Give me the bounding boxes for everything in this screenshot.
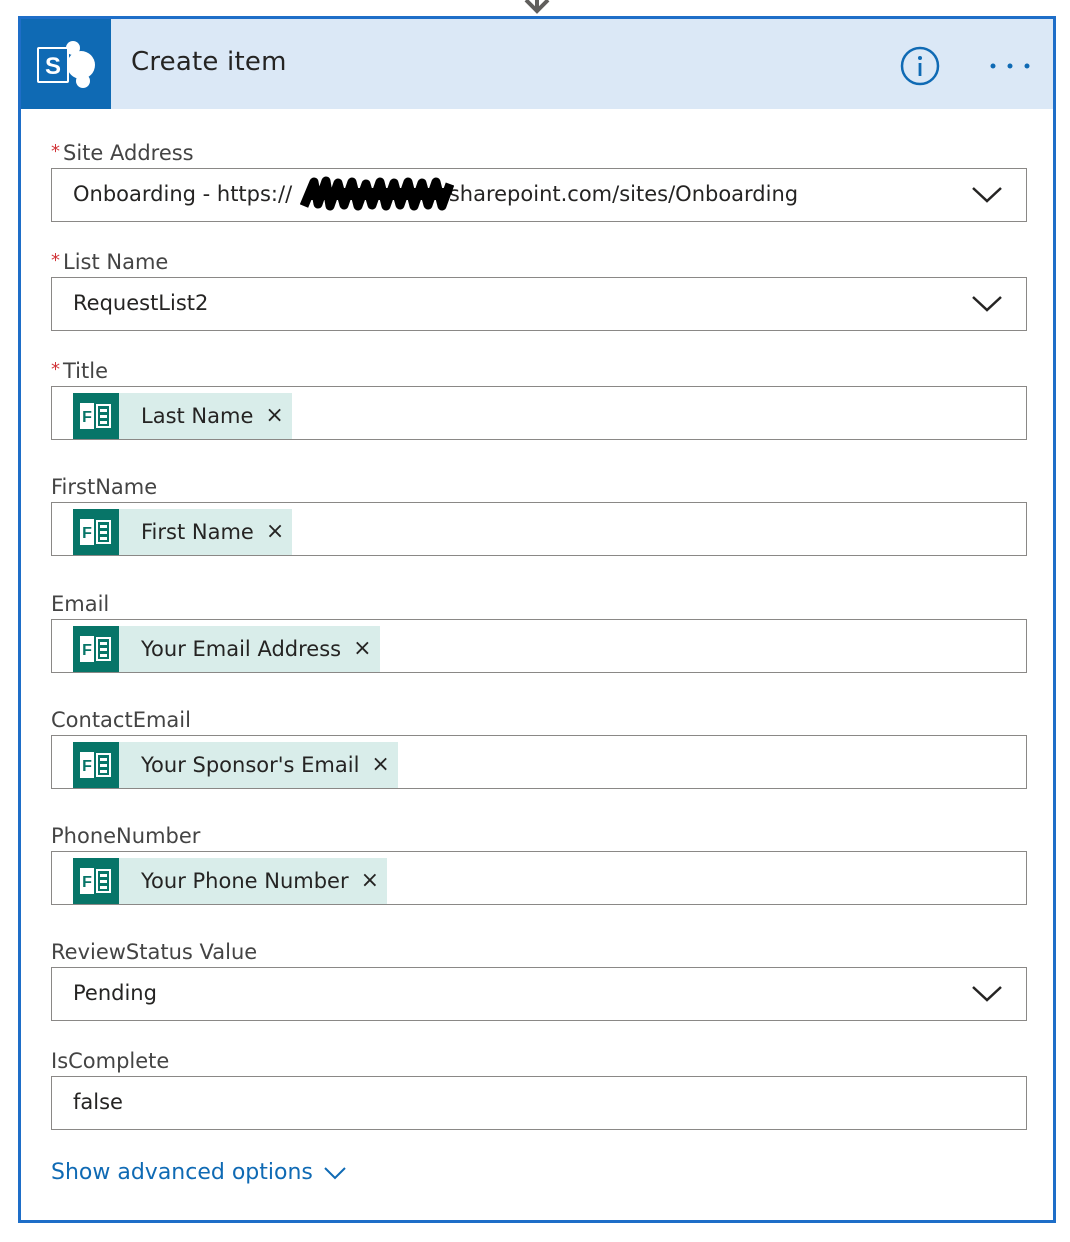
remove-token-icon[interactable]: × [266, 521, 284, 543]
info-icon[interactable] [900, 46, 940, 86]
is-complete-input[interactable]: false [51, 1076, 1027, 1130]
sharepoint-letter: S [45, 53, 61, 80]
site-address-label: * Site Address [51, 141, 194, 165]
redaction-scribble [300, 176, 454, 211]
email-input[interactable]: F Your Email Address × [51, 619, 1027, 673]
svg-text:F: F [82, 525, 92, 542]
contact-email-input[interactable]: F Your Sponsor's Email × [51, 735, 1027, 789]
first-name-label: FirstName [51, 475, 158, 499]
is-complete-value: false [73, 1090, 123, 1114]
email-label: Email [51, 592, 110, 616]
review-status-label: ReviewStatus Value [51, 940, 258, 964]
review-status-dropdown[interactable]: Pending [51, 967, 1027, 1021]
contact-email-label: ContactEmail [51, 708, 191, 732]
is-complete-label: IsComplete [51, 1049, 170, 1073]
phone-number-label: PhoneNumber [51, 824, 201, 848]
token-label: Your Email Address [141, 637, 342, 661]
svg-text:F: F [82, 642, 92, 659]
required-marker: * [51, 141, 60, 162]
list-name-value: RequestList2 [73, 291, 209, 315]
chevron-down-icon[interactable] [970, 982, 1004, 1004]
more-options-icon[interactable] [985, 54, 1035, 78]
forms-icon: F [73, 509, 119, 555]
dynamic-content-token[interactable]: F First Name × [73, 509, 293, 555]
phone-number-input[interactable]: F Your Phone Number × [51, 851, 1027, 905]
forms-icon: F [73, 742, 119, 788]
review-status-value: Pending [73, 981, 157, 1005]
svg-text:F: F [82, 409, 92, 426]
advanced-options-label: Show advanced options [51, 1160, 313, 1185]
remove-token-icon[interactable]: × [265, 405, 283, 427]
forms-icon: F [73, 626, 119, 672]
token-label: Last Name [141, 404, 254, 428]
svg-text:F: F [82, 758, 92, 775]
chevron-down-icon[interactable] [970, 183, 1004, 205]
title-label: * Title [51, 359, 109, 383]
title-input[interactable]: F Last Name × [51, 386, 1027, 440]
action-title: Create item [131, 47, 287, 77]
list-name-label: * List Name [51, 250, 169, 274]
create-item-action-card: S Create item * Site Address Onboarding -… [18, 16, 1056, 1223]
action-header[interactable]: S Create item [21, 19, 1053, 109]
dynamic-content-token[interactable]: F Your Sponsor's Email × [73, 742, 398, 788]
token-label: First Name [141, 520, 254, 544]
token-label: Your Phone Number [141, 869, 349, 893]
show-advanced-options-link[interactable]: Show advanced options [51, 1160, 347, 1185]
forms-icon: F [73, 858, 119, 904]
forms-icon: F [73, 393, 119, 439]
svg-text:F: F [82, 874, 92, 891]
chevron-down-icon [324, 1166, 346, 1179]
required-marker: * [51, 250, 60, 271]
sharepoint-icon: S [21, 19, 111, 109]
dynamic-content-token[interactable]: F Last Name × [73, 393, 292, 439]
dynamic-content-token[interactable]: F Your Email Address × [73, 626, 380, 672]
list-name-dropdown[interactable]: RequestList2 [51, 277, 1027, 331]
first-name-input[interactable]: F First Name × [51, 502, 1027, 556]
remove-token-icon[interactable]: × [371, 754, 389, 776]
required-marker: * [51, 359, 60, 380]
dynamic-content-token[interactable]: F Your Phone Number × [73, 858, 388, 904]
site-address-dropdown[interactable]: Onboarding - https://.sharepoint.com/sit… [51, 168, 1027, 222]
remove-token-icon[interactable]: × [361, 870, 379, 892]
chevron-down-icon[interactable] [970, 292, 1004, 314]
remove-token-icon[interactable]: × [353, 638, 371, 660]
token-label: Your Sponsor's Email [141, 753, 360, 777]
